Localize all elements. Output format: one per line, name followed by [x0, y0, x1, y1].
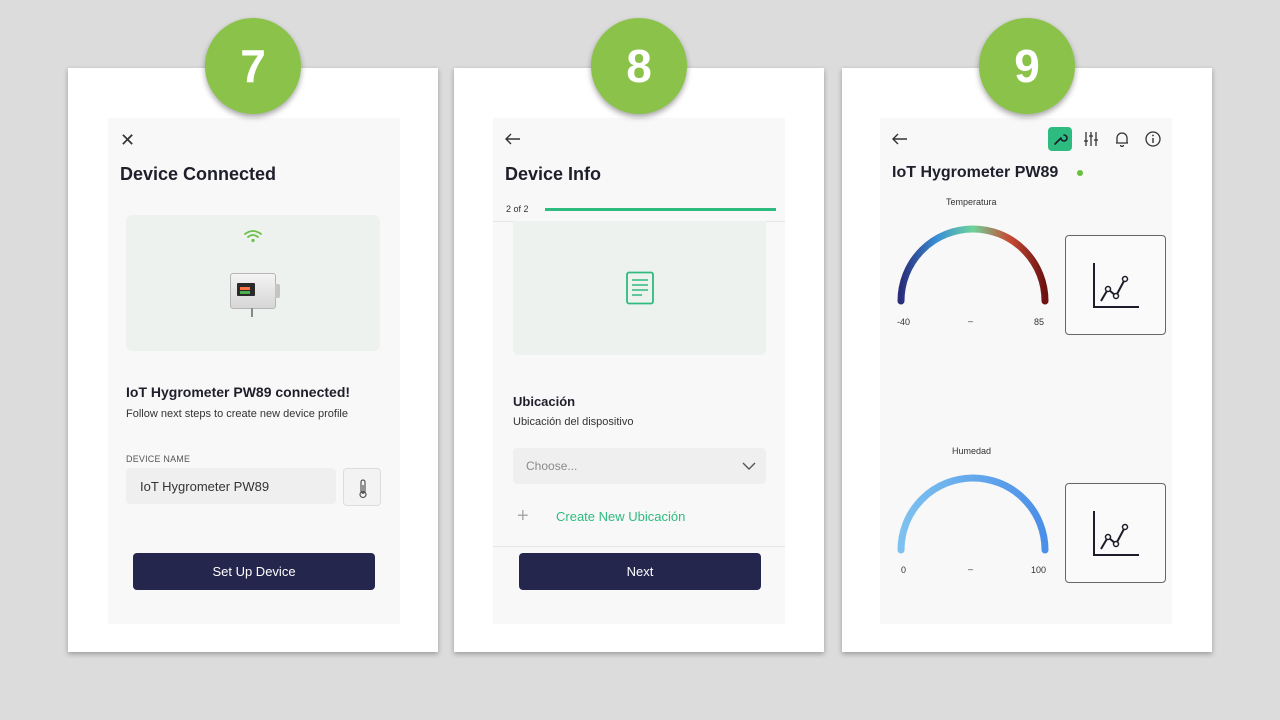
temperature-chart-button[interactable] — [1065, 235, 1166, 335]
device-illustration — [126, 215, 380, 351]
info-icon[interactable] — [1145, 131, 1161, 147]
humidity-chart-button[interactable] — [1065, 483, 1166, 583]
temperature-gauge-label: Temperatura — [946, 197, 997, 207]
location-field-subtitle: Ubicación del dispositivo — [513, 416, 634, 428]
step-badge-7: 7 — [205, 18, 301, 114]
temperature-value: – — [968, 316, 974, 326]
thermometer-icon — [359, 479, 367, 499]
step-card-8: Device Info 2 of 2 Ubicación Ubicación d… — [454, 68, 824, 652]
bell-icon[interactable] — [1114, 131, 1130, 147]
humidity-value: – — [968, 564, 974, 574]
step-card-9: IoT Hygrometer PW89 Temperatura -40 – 85 — [842, 68, 1212, 652]
chevron-down-icon — [742, 462, 756, 470]
close-icon[interactable]: ✕ — [120, 131, 135, 149]
info-illustration — [513, 221, 766, 355]
humidity-min: 0 — [901, 565, 907, 575]
progress-fill — [545, 208, 776, 211]
temperature-max: 85 — [1034, 317, 1045, 327]
back-arrow-icon[interactable] — [892, 133, 908, 145]
document-icon — [626, 271, 654, 305]
set-up-device-button[interactable]: Set Up Device — [133, 553, 375, 590]
location-select[interactable]: Choose... — [513, 448, 766, 484]
humidity-max: 100 — [1031, 565, 1047, 575]
humidity-gauge — [897, 474, 1049, 554]
progress-text: 2 of 2 — [506, 204, 529, 214]
wrench-button[interactable] — [1048, 127, 1072, 151]
online-status-dot — [1077, 170, 1083, 176]
back-arrow-icon[interactable] — [505, 133, 521, 145]
line-chart-icon — [1093, 511, 1139, 556]
create-location-link[interactable]: Create New Ubicación — [556, 509, 685, 524]
page-title: Device Connected — [120, 164, 277, 184]
temperature-gauge — [897, 225, 1049, 305]
step-badge-8: 8 — [591, 18, 687, 114]
device-connected-screen: ✕ Device Connected IoT Hygrometer PW89 c… — [108, 118, 400, 624]
device-title: IoT Hygrometer PW89 — [892, 164, 1059, 181]
device-type-button[interactable] — [343, 468, 381, 506]
device-name-label: DEVICE NAME — [126, 454, 191, 464]
select-placeholder: Choose... — [526, 459, 578, 473]
progress-indicator: 2 of 2 — [493, 198, 785, 222]
divider — [493, 546, 785, 547]
step-card-7: ✕ Device Connected IoT Hygrometer PW89 c… — [68, 68, 438, 652]
device-name-input[interactable] — [126, 468, 336, 504]
hygrometer-device-image — [230, 273, 280, 317]
line-chart-icon — [1093, 263, 1139, 308]
wifi-icon — [244, 230, 262, 243]
location-field-title: Ubicación — [513, 394, 576, 409]
progress-track — [545, 208, 776, 211]
next-button[interactable]: Next — [519, 553, 761, 590]
device-info-screen: Device Info 2 of 2 Ubicación Ubicación d… — [493, 118, 785, 624]
connected-headline: IoT Hygrometer PW89 connected! — [126, 384, 351, 400]
humidity-gauge-label: Humedad — [952, 446, 992, 456]
wrench-icon — [1054, 134, 1068, 145]
step-badge-9: 9 — [979, 18, 1075, 114]
plus-icon[interactable]: + — [517, 505, 529, 528]
device-dashboard-screen: IoT Hygrometer PW89 Temperatura -40 – 85 — [880, 118, 1172, 624]
connected-subtitle: Follow next steps to create new device p… — [126, 408, 348, 420]
sliders-icon[interactable] — [1083, 131, 1099, 147]
page-title: Device Info — [505, 164, 602, 184]
temperature-min: -40 — [897, 317, 911, 327]
